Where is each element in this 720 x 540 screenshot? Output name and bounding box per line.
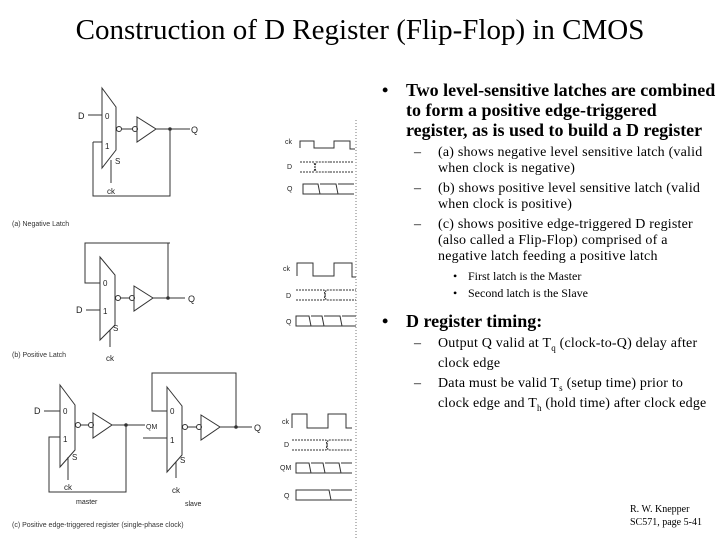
- panel-c-edge-register: D 0 1 S ck master QM 0 1 S Q ck slave (c…: [12, 372, 352, 529]
- sub-bullet-text: (c) shows positive edge-triggered D regi…: [438, 217, 693, 264]
- label-ck-a: ck: [107, 187, 116, 196]
- mux-sel-slave: S: [180, 456, 185, 465]
- bullet-timing: • D register timing:: [368, 311, 718, 331]
- text-pre: Data must be valid T: [438, 375, 560, 391]
- wave-label-d-c: D: [284, 442, 289, 449]
- wave-d-c: [292, 439, 352, 451]
- label-slave: slave: [185, 501, 201, 508]
- slide-title: Construction of D Register (Flip-Flop) i…: [75, 14, 645, 46]
- panel-b-positive-latch: 0 1 S D Q ck (b) Positive Latch ck D Q: [12, 242, 356, 363]
- sub-bullet-setup-hold: – Data must be valid Ts (setup time) pri…: [368, 376, 718, 416]
- label-ck-b: ck: [106, 354, 115, 363]
- mux-in1-a: 1: [105, 142, 110, 151]
- bullet-latches: • Two level-sensitive latches are combin…: [368, 80, 718, 140]
- wave-label-d-a: D: [287, 164, 292, 171]
- sub-bullet-negative-latch: – (a) shows negative level sensitive lat…: [368, 145, 718, 177]
- sub-bullet-clock-to-q: – Output Q valid at Tq (clock-to-Q) dela…: [368, 336, 718, 372]
- label-d-b: D: [76, 305, 83, 315]
- slide-footer: R. W. Knepper SC571, page 5-41: [630, 503, 702, 529]
- footer-page: SC571, page 5-41: [630, 517, 702, 528]
- sub-sub-bullet-text: Second latch is the Slave: [468, 286, 588, 300]
- caption-c: (c) Positive edge-triggered register (si…: [12, 522, 184, 529]
- mux-in1-b: 1: [103, 307, 108, 316]
- bullet-text: Two level-sensitive latches are combined…: [406, 80, 716, 140]
- sub-bullet-text: (a) shows negative level sensitive latch…: [438, 145, 703, 176]
- wave-ck-a: [299, 140, 355, 150]
- bubble-a1: [116, 126, 122, 132]
- mux-in0-slave: 0: [170, 407, 175, 416]
- bullet-marker: •: [453, 286, 458, 300]
- wave-d-b: [296, 289, 356, 301]
- bullet-text: D register timing:: [406, 311, 543, 331]
- wave-q-b: [295, 315, 356, 327]
- inverter-a: [136, 116, 157, 143]
- wave-label-q-b: Q: [286, 319, 292, 326]
- inverter-master: [92, 412, 113, 439]
- dash-marker: –: [414, 217, 422, 232]
- mux-sel-master: S: [72, 453, 77, 462]
- wave-label-q-c: Q: [284, 493, 290, 500]
- bullet-marker: •: [382, 80, 389, 100]
- wave-qm-c: [295, 462, 352, 474]
- wave-q-c: [295, 489, 352, 501]
- label-ck-master: ck: [64, 483, 73, 492]
- sub-sub-bullet-text: First latch is the Master: [468, 269, 582, 283]
- dash-marker: –: [414, 145, 422, 160]
- mux-in1-slave: 1: [170, 436, 175, 445]
- wave-ck-b: [296, 262, 356, 278]
- label-d-a: D: [78, 111, 85, 121]
- wave-q-a: [302, 183, 354, 195]
- text-pre: Output Q valid at T: [438, 336, 552, 351]
- dash-marker: –: [414, 375, 422, 391]
- caption-b: (b) Positive Latch: [12, 352, 66, 359]
- wave-ck-c: [291, 413, 352, 429]
- inverter-b: [133, 285, 154, 312]
- mux-sel-b: S: [113, 324, 118, 333]
- mux-in0-b: 0: [103, 279, 108, 288]
- mux-a: [101, 86, 117, 170]
- wave-label-ck-a: ck: [285, 139, 293, 146]
- inverter-slave: [200, 414, 221, 441]
- sub-bullet-edge-register: – (c) shows positive edge-triggered D re…: [368, 217, 718, 265]
- bullet-marker: •: [453, 269, 458, 283]
- panel-a-negative-latch: D 0 1 S Q ck (a) Negative Latch ck D Q: [12, 86, 355, 228]
- sub-sub-bullet-slave: • Second latch is the Slave: [368, 286, 718, 301]
- label-master: master: [76, 499, 98, 506]
- footer-author: R. W. Knepper: [630, 504, 690, 515]
- caption-a: (a) Negative Latch: [12, 221, 69, 228]
- bullet-marker: •: [382, 311, 389, 331]
- sub-bullet-positive-latch: – (b) shows positive level sensitive lat…: [368, 181, 718, 213]
- wave-label-d-b: D: [286, 293, 291, 300]
- dash-marker: –: [414, 336, 422, 351]
- wave-label-q-a: Q: [287, 186, 293, 193]
- bullet-list: • Two level-sensitive latches are combin…: [368, 80, 718, 419]
- mux-sel-a: S: [115, 157, 120, 166]
- label-d-c: D: [34, 406, 41, 416]
- label-q-a: Q: [191, 125, 198, 135]
- label-q-b: Q: [188, 294, 195, 304]
- latch-figure: D 0 1 S Q ck (a) Negative Latch ck D Q 0…: [0, 70, 362, 540]
- text-post: (hold time) after clock edge: [541, 395, 707, 411]
- wave-label-qm-c: QM: [280, 465, 291, 472]
- sub-bullet-text: (b) shows positive level sensitive latch…: [438, 181, 701, 212]
- mux-in0-master: 0: [63, 407, 68, 416]
- wave-label-ck-c: ck: [282, 419, 290, 426]
- wave-d-a: [300, 161, 354, 173]
- sub-sub-bullet-master: • First latch is the Master: [368, 269, 718, 284]
- mux-in1-master: 1: [63, 435, 68, 444]
- label-ck-slave: ck: [172, 486, 181, 495]
- dash-marker: –: [414, 181, 422, 196]
- label-q-c: Q: [254, 423, 261, 433]
- mux-in0-a: 0: [105, 112, 110, 121]
- label-qm: QM: [146, 424, 157, 431]
- wave-label-ck-b: ck: [283, 266, 291, 273]
